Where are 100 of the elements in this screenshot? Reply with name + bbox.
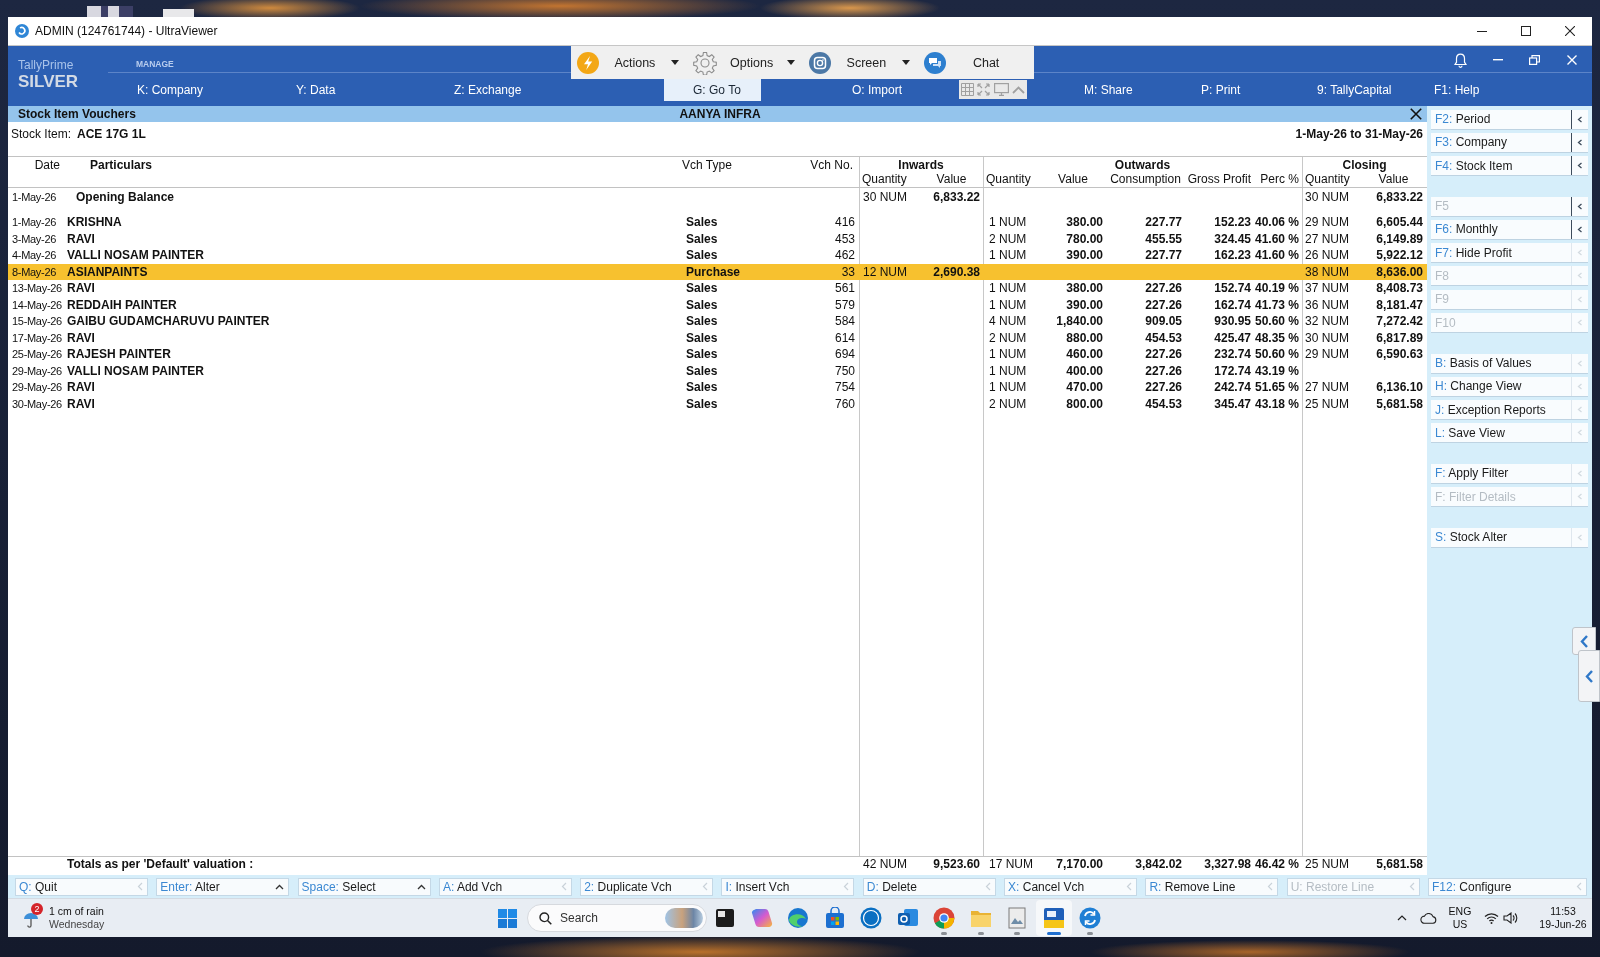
circle-logo-icon [860,907,883,929]
quantity-cell: 27 NUM [1305,380,1349,395]
function-key-button[interactable]: D: Delete [862,877,996,896]
table-row[interactable]: 14-May-26 REDDAIH PAINTER Sales 579 1 NUM 390.00 227.26 162.74 41.73 % 36 NUM 8,181.47 [8,296,1427,313]
fullscreen-icon[interactable] [977,83,991,96]
desktop-icon[interactable] [87,6,133,17]
toolbar-button[interactable]: Screen [802,46,919,79]
function-key-button[interactable]: Q: Quit [15,877,148,896]
company-name: AANYA INFRA [679,107,761,121]
menu-item[interactable]: P: Print [1172,78,1261,101]
speaker-icon[interactable] [1503,912,1518,924]
voucher-number-cell: 754 [834,380,855,395]
start-button[interactable] [497,908,517,928]
wifi-icon[interactable] [1484,912,1499,924]
menu-item[interactable]: M: Share [1055,78,1153,101]
voucher-type-cell: Sales [686,330,718,345]
value-cell: 880.00 [1066,330,1103,345]
column-header: Quantity [862,172,907,186]
date-cell: 15-May-26 [12,314,62,329]
quantity-cell: 37 NUM [1305,281,1349,296]
table-row[interactable]: 29-May-26 VALLI NOSAM PAINTER Sales 750 1 NUM 400.00 227.26 172.74 43.19 % [8,362,1427,379]
clock-time[interactable]: 11:53 [1550,905,1576,918]
total-quantity-cell: 25 NUM [1305,857,1349,871]
side-menu-button[interactable]: F6: Monthly [1431,219,1588,240]
menu-item[interactable]: K: Company [108,78,224,101]
function-key-button[interactable]: X: Cancel Vch [1004,877,1138,896]
function-key-button[interactable]: Enter: Alter [156,877,290,896]
table-row[interactable]: 30-May-26 RAVI Sales 760 2 NUM 800.00 454.53 345.47 43.18 % 25 NUM 5,681.58 [8,395,1427,412]
menu-item[interactable]: O: Import [823,78,923,101]
function-key-button[interactable]: I: Insert Vch [721,877,855,896]
side-menu-button[interactable]: F2: Period [1431,109,1588,130]
voucher-type-cell: Sales [686,396,718,411]
clock-date[interactable]: 19-Jun-26 [1539,918,1587,931]
minimize-icon [1492,59,1503,61]
side-menu-button[interactable]: H: Change View [1431,376,1588,397]
value-cell: 390.00 [1066,248,1103,263]
grid-icon[interactable] [960,83,974,96]
table-row[interactable]: 17-May-26 RAVI Sales 614 2 NUM 880.00 454.53 425.47 48.35 % 30 NUM 6,817.89 [8,329,1427,346]
ring-logo-icon [933,907,956,929]
voucher-type-cell: Sales [686,281,718,296]
side-menu-button[interactable]: J: Exception Reports [1431,400,1588,421]
function-key-button[interactable]: R: Remove Line [1145,877,1279,896]
voucher-type-cell: Sales [686,363,718,378]
side-menu-button[interactable]: S: Stock Alter [1431,527,1588,548]
side-tab[interactable] [1578,650,1600,702]
quantity-cell: 32 NUM [1305,314,1349,329]
function-key-button[interactable]: A: Add Vch [438,877,572,896]
side-menu-button[interactable]: F7: Hide Profit [1431,243,1588,264]
table-row[interactable]: 1-May-26 KRISHNA Sales 416 1 NUM 380.00 227.77 152.23 40.06 % 29 NUM 6,605.44 [8,214,1427,231]
field-label: Stock Item: [11,127,72,141]
function-key-button[interactable]: 2: Duplicate Vch [580,877,714,896]
menu-item[interactable]: G: Go To [664,78,761,101]
weather-condition: 1 cm of rain [49,905,105,918]
percentage-cell: 43.18 % [1254,396,1299,411]
slanted-tile-icon [750,907,773,929]
column-header: Quantity [986,172,1031,186]
side-menu-button[interactable]: B: Basis of Values [1431,353,1588,374]
particulars-cell: VALLI NOSAM PAINTER [67,248,204,263]
dark-window-icon [714,907,737,929]
table-row[interactable]: 13-May-26 RAVI Sales 561 1 NUM 380.00 227.26 152.74 40.19 % 37 NUM 8,408.73 [8,280,1427,297]
table-row[interactable]: 25-May-26 RAJESH PAINTER Sales 694 1 NUM 460.00 227.26 232.74 50.60 % 29 NUM 6,590.63 [8,346,1427,363]
function-key-button[interactable]: F12: Configure [1428,877,1587,896]
quantity-cell: 12 NUM [863,264,907,279]
table-row[interactable]: 15-May-26 GAIBU GUDAMCHARUVU PAINTER Sales 584 4 NUM 1,840.00 909.05 930.95 50.60 % 32 NUM 7,272.42 [8,313,1427,330]
region-indicator[interactable]: US [1452,918,1468,931]
voucher-type-cell: Sales [686,314,718,329]
value-cell: 6,605.44 [1376,215,1423,230]
weekday-label: Wednesday [49,918,105,931]
menu-item[interactable]: Y: Data [267,78,356,101]
table-row[interactable]: 29-May-26 RAVI Sales 754 1 NUM 470.00 227.26 242.74 51.65 % 27 NUM 6,136.10 [8,379,1427,396]
value-cell: 390.00 [1066,297,1103,312]
menu-item[interactable]: Z: Exchange [425,78,542,101]
voucher-type-cell: Sales [686,215,718,230]
maximize-icon [1521,26,1531,36]
toolbar-button[interactable]: Chat [918,46,1034,79]
consumption-cell: 909.05 [1145,314,1182,329]
toolbar-button[interactable]: Options [686,46,803,79]
period-range: 1-May-26 to 31-May-26 [1295,127,1423,141]
caret-up-icon[interactable] [1397,915,1407,921]
side-menu-button[interactable]: F: Apply Filter [1431,463,1588,484]
side-menu-button[interactable]: F3: Company [1431,132,1588,153]
cloud-icon[interactable] [1420,912,1437,924]
value-cell: 5,681.58 [1376,396,1423,411]
side-menu-button[interactable]: F4: Stock Item [1431,156,1588,177]
language-indicator[interactable]: ENG [1448,905,1472,918]
table-row[interactable]: 8-May-26 ASIANPAINTS Purchase 33 12 NUM 2,690.38 38 NUM 8,636.00 [8,263,1427,280]
function-key-button[interactable]: Space: Select [297,877,431,896]
tile-logo-icon [1042,907,1065,929]
table-row[interactable]: 3-May-26 RAVI Sales 453 2 NUM 780.00 455.55 324.45 41.60 % 27 NUM 6,149.89 [8,230,1427,247]
close-button[interactable] [1410,108,1422,120]
monitor-icon[interactable] [993,83,1009,96]
side-menu-button[interactable]: L: Save View [1431,423,1588,444]
value-cell: 8,181.47 [1376,297,1423,312]
quantity-cell: 2 NUM [989,231,1027,246]
caret-down-icon [786,60,795,65]
percentage-cell: 48.35 % [1254,330,1299,345]
toolbar-button[interactable]: Actions [571,46,687,79]
date-cell: 1-May-26 [12,190,57,205]
quantity-cell: 1 NUM [989,380,1027,395]
table-row[interactable]: 4-May-26 VALLI NOSAM PAINTER Sales 462 1 NUM 390.00 227.77 162.23 41.60 % 26 NUM 5,922.12 [8,247,1427,264]
